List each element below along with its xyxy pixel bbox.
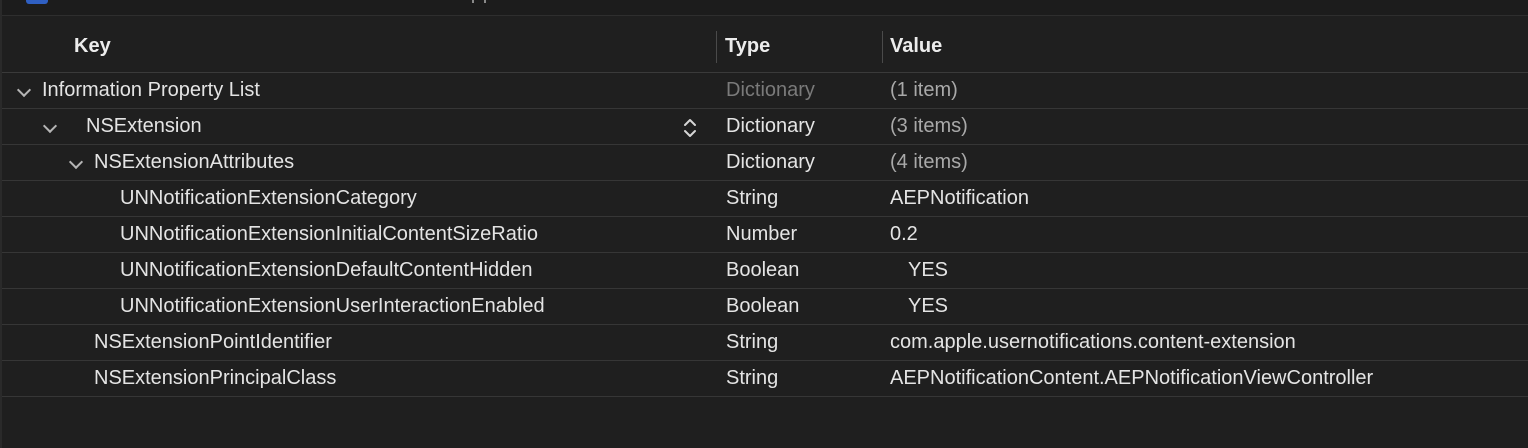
row-value: (4 items): [890, 151, 968, 173]
row-value: (3 items): [890, 115, 968, 137]
table-row[interactable]: NSExtensionPointIdentifier String com.ap…: [2, 325, 1528, 361]
row-type[interactable]: Boolean: [726, 289, 799, 324]
tab-fragment-icon: [472, 0, 486, 3]
row-type: Dictionary: [726, 79, 815, 101]
table-row[interactable]: NSExtensionPrincipalClass String AEPNoti…: [2, 361, 1528, 397]
row-key[interactable]: NSExtension: [86, 109, 202, 144]
table-row[interactable]: UNNotificationExtensionCategory String A…: [2, 181, 1528, 217]
file-tab-icon[interactable]: [26, 0, 48, 4]
column-divider[interactable]: [716, 31, 717, 63]
up-down-chevron-icon[interactable]: [682, 116, 698, 140]
chevron-down-icon[interactable]: [42, 118, 58, 134]
row-value: (1 item): [890, 79, 958, 101]
table-row[interactable]: UNNotificationExtensionDefaultContentHid…: [2, 253, 1528, 289]
row-type[interactable]: Number: [726, 217, 797, 252]
column-header-key[interactable]: Key: [74, 17, 111, 73]
row-key[interactable]: UNNotificationExtensionUserInteractionEn…: [120, 289, 545, 324]
row-key[interactable]: UNNotificationExtensionCategory: [120, 181, 417, 216]
column-header-bar: Key Type Value: [2, 17, 1528, 73]
property-list-outline: Information Property List Dictionary (1 …: [2, 73, 1528, 397]
column-divider[interactable]: [882, 31, 883, 63]
table-row[interactable]: UNNotificationExtensionUserInteractionEn…: [2, 289, 1528, 325]
row-value[interactable]: AEPNotificationContent.AEPNotificationVi…: [890, 361, 1373, 396]
editor-tab-strip: [2, 0, 1528, 16]
row-key[interactable]: UNNotificationExtensionInitialContentSiz…: [120, 217, 538, 252]
column-header-type[interactable]: Type: [725, 17, 770, 73]
table-row[interactable]: Information Property List Dictionary (1 …: [2, 73, 1528, 109]
chevron-down-icon[interactable]: [16, 82, 32, 98]
row-value[interactable]: AEPNotification: [890, 181, 1029, 216]
row-value[interactable]: 0.2: [890, 217, 918, 252]
column-header-value[interactable]: Value: [890, 17, 942, 73]
row-value[interactable]: com.apple.usernotifications.content-exte…: [890, 325, 1296, 360]
row-key[interactable]: UNNotificationExtensionDefaultContentHid…: [120, 253, 532, 288]
row-type[interactable]: String: [726, 361, 778, 396]
row-key[interactable]: NSExtensionPrincipalClass: [94, 361, 336, 396]
plist-editor: Key Type Value Information Property List…: [0, 0, 1528, 448]
row-value[interactable]: YES: [908, 253, 948, 288]
table-row[interactable]: NSExtension Dictionary (3 items): [2, 109, 1528, 145]
chevron-down-icon[interactable]: [68, 154, 84, 170]
row-type[interactable]: String: [726, 181, 778, 216]
row-type[interactable]: Boolean: [726, 253, 799, 288]
row-key[interactable]: NSExtensionAttributes: [94, 145, 294, 180]
row-key[interactable]: NSExtensionPointIdentifier: [94, 325, 332, 360]
table-row[interactable]: UNNotificationExtensionInitialContentSiz…: [2, 217, 1528, 253]
row-type[interactable]: Dictionary: [726, 145, 815, 180]
row-key: Information Property List: [42, 79, 260, 101]
row-type[interactable]: String: [726, 325, 778, 360]
table-row[interactable]: NSExtensionAttributes Dictionary (4 item…: [2, 145, 1528, 181]
row-value[interactable]: YES: [908, 289, 948, 324]
row-type[interactable]: Dictionary: [726, 109, 815, 144]
